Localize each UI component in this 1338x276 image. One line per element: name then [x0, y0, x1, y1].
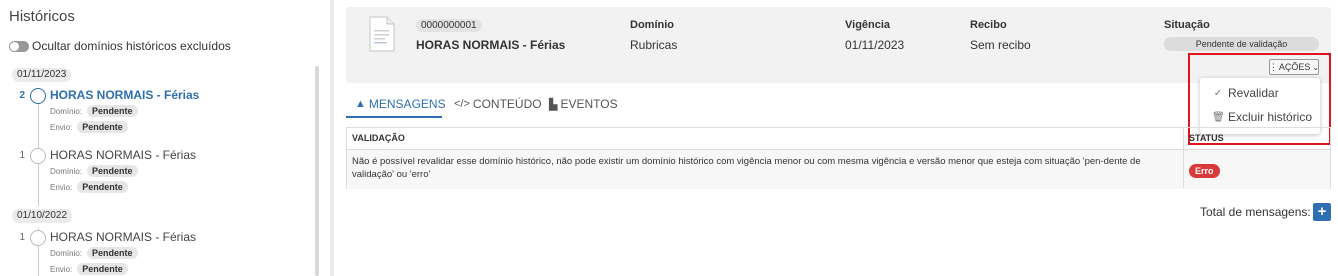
dominio-status: Domínio: Pendente [50, 105, 138, 117]
column-header-validacao: VALIDAÇÃO [352, 133, 405, 143]
dominio-value: Rubricas [630, 38, 678, 52]
column-header-status: STATUS [1189, 133, 1224, 143]
timeline-circle-icon [30, 88, 46, 104]
vigencia-value: 01/11/2023 [845, 38, 905, 52]
envio-status-badge: Pendente [77, 181, 128, 193]
dominio-status-badge: Pendente [87, 247, 138, 259]
vigencia-header: Vigência [845, 19, 891, 31]
document-icon [369, 16, 395, 52]
file-icon: ▙ [549, 98, 558, 111]
dominio-status-badge: Pendente [87, 165, 138, 177]
history-detail-card: 0000000001 HORAS NORMAIS - Férias Domíni… [346, 7, 1331, 83]
dominio-status: Domínio: Pendente [50, 165, 138, 177]
date-group-chip: 01/11/2023 [12, 68, 72, 82]
timeline-circle-icon [30, 230, 46, 246]
code-icon: </> [454, 98, 470, 110]
envio-status: Envio: Pendente [50, 181, 128, 193]
warning-icon: ▲ [355, 98, 366, 110]
active-tab-indicator [346, 116, 442, 118]
situacao-header: Situação [1164, 19, 1210, 31]
toggle-switch[interactable] [9, 40, 29, 52]
envio-status: Envio: Pendente [50, 121, 128, 133]
envio-status-badge: Pendente [77, 263, 128, 275]
tab-label: CONTEÚDO [472, 97, 542, 111]
dominio-label: Domínio: [50, 106, 83, 116]
status-badge: Erro [1189, 164, 1220, 178]
history-item-number: 2 [19, 90, 25, 101]
history-item-number: 1 [19, 150, 25, 161]
tab-conteudo[interactable]: </> CONTEÚDO [454, 97, 542, 111]
envio-status-badge: Pendente [77, 121, 128, 133]
date-group-chip: 01/10/2022 [12, 209, 73, 223]
history-item-name[interactable]: HORAS NORMAIS - Férias [50, 148, 196, 162]
sidebar-title: Históricos [9, 8, 75, 25]
hide-deleted-toggle-row[interactable]: Ocultar domínios históricos excluídos [9, 39, 231, 53]
panel-divider[interactable] [330, 0, 334, 276]
column-divider [1183, 128, 1184, 188]
situacao-status-badge: Pendente de validação [1164, 37, 1319, 51]
messages-total: Total de mensagens: 1 [1200, 205, 1321, 219]
envio-label: Envio: [50, 122, 73, 132]
validation-table: VALIDAÇÃO STATUS Não é possível revalida… [346, 127, 1331, 189]
timeline-line [38, 88, 39, 206]
history-item-name[interactable]: HORAS NORMAIS - Férias [50, 230, 196, 244]
recibo-header: Recibo [970, 19, 1007, 31]
record-code-badge: 0000000001 [416, 19, 482, 32]
record-name: HORAS NORMAIS - Férias [416, 38, 566, 52]
add-button[interactable]: + [1313, 203, 1331, 221]
history-sidebar: Históricos Ocultar domínios históricos e… [0, 0, 330, 276]
dominio-status-badge: Pendente [87, 105, 138, 117]
sidebar-scrollbar[interactable] [315, 66, 319, 276]
envio-label: Envio: [50, 264, 73, 274]
envio-label: Envio: [50, 182, 73, 192]
dominio-label: Domínio: [50, 248, 83, 258]
recibo-value: Sem recibo [970, 38, 1031, 52]
tab-label: MENSAGENS [368, 97, 446, 111]
tab-eventos[interactable]: ▙ EVENTOS [549, 97, 618, 111]
validation-message: Não é possível revalidar esse domínio hi… [352, 156, 1141, 180]
tab-label: EVENTOS [560, 97, 618, 111]
history-item-number: 1 [19, 232, 25, 243]
history-item-name[interactable]: HORAS NORMAIS - Férias [50, 88, 199, 102]
timeline-circle-icon [30, 148, 46, 164]
dominio-label: Domínio: [50, 166, 83, 176]
envio-status: Envio: Pendente [50, 263, 128, 275]
detail-tabs: ▲ MENSAGENS </> CONTEÚDO ▙ EVENTOS [346, 88, 1331, 118]
dominio-status: Domínio: Pendente [50, 247, 138, 259]
dominio-header: Domínio [630, 19, 674, 31]
tab-mensagens[interactable]: ▲ MENSAGENS [355, 97, 446, 111]
toggle-label: Ocultar domínios históricos excluídos [32, 39, 231, 53]
